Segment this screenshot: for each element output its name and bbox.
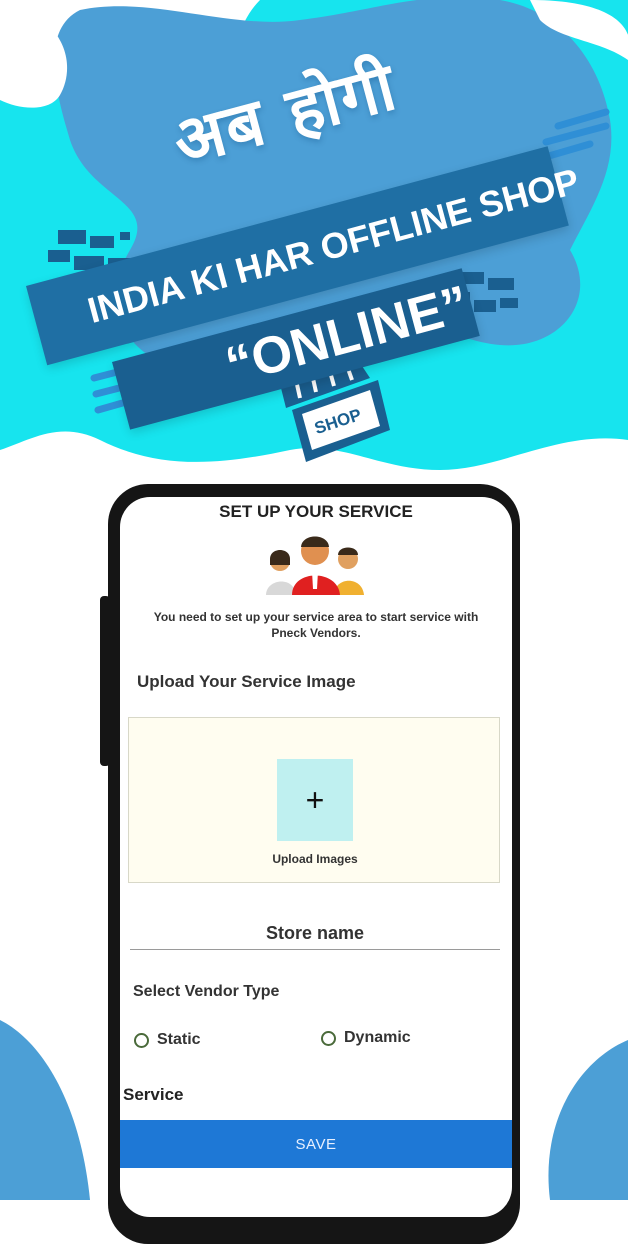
upload-image-area[interactable]: + Upload Images	[128, 717, 500, 883]
service-label: Service	[123, 1085, 184, 1104]
radio-dynamic-label: Dynamic	[344, 1029, 411, 1046]
upload-images-label: Upload Images	[272, 852, 358, 866]
upload-add-button[interactable]: +	[277, 759, 353, 841]
upload-section-label: Upload Your Service Image	[137, 672, 356, 691]
store-name-input[interactable]	[130, 917, 500, 950]
radio-circle-icon	[134, 1032, 149, 1048]
radio-circle-icon	[321, 1030, 336, 1046]
radio-static-label: Static	[157, 1031, 201, 1048]
phone-screen: SET UP YOUR SERVICE You need to set up y…	[120, 497, 512, 1217]
intro-text: You need to set up your service area to …	[153, 610, 479, 640]
vendors-people-icon	[266, 536, 364, 595]
page-title: SET UP YOUR SERVICE	[219, 502, 413, 521]
vendor-type-label: Select Vendor Type	[133, 983, 280, 1000]
plus-icon: +	[305, 781, 325, 818]
save-button[interactable]: SAVE	[120, 1120, 512, 1168]
radio-static[interactable]: Static	[134, 1031, 201, 1049]
radio-dynamic[interactable]: Dynamic	[321, 1029, 411, 1047]
